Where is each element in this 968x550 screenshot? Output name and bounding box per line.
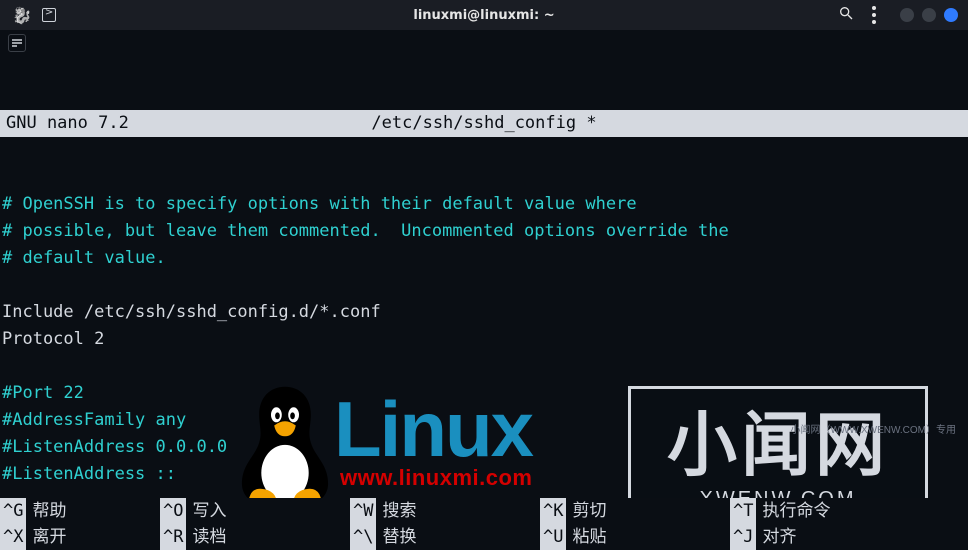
help-shortcut: ^U粘贴 xyxy=(540,524,730,550)
help-shortcut: ^O写入 xyxy=(160,498,350,524)
help-shortcut: ^J对齐 xyxy=(730,524,920,550)
file-line: Include /etc/ssh/sshd_config.d/*.conf xyxy=(2,299,966,326)
close-button[interactable] xyxy=(944,8,958,22)
help-key: ^K xyxy=(540,498,566,524)
help-key: ^R xyxy=(160,524,186,550)
help-row-1: ^G帮助^O写入^W搜索^K剪切^T执行命令 xyxy=(0,498,968,524)
search-icon[interactable] xyxy=(838,5,854,25)
editor-area[interactable]: GNU nano 7.2 /etc/ssh/sshd_config * # Op… xyxy=(0,56,968,498)
file-line: #ListenAddress :: xyxy=(2,461,966,488)
os-top-bar: 🐉 linuxmi@linuxmi: ~ xyxy=(0,0,968,30)
new-tab-button[interactable] xyxy=(8,34,26,52)
help-shortcut: ^G帮助 xyxy=(0,498,160,524)
help-label: 写入 xyxy=(192,498,226,524)
help-key: ^\ xyxy=(350,524,376,550)
help-shortcut: ^K剪切 xyxy=(540,498,730,524)
nano-app-name: GNU nano 7.2 xyxy=(6,110,129,137)
help-label: 读档 xyxy=(192,524,226,550)
file-line xyxy=(2,488,966,498)
nano-filename: /etc/ssh/sshd_config * xyxy=(371,110,596,137)
help-label: 执行命令 xyxy=(762,498,830,524)
help-shortcut: ^\替换 xyxy=(350,524,540,550)
help-key: ^T xyxy=(730,498,756,524)
help-label: 离开 xyxy=(32,524,66,550)
help-shortcut: ^T执行命令 xyxy=(730,498,920,524)
help-key: ^X xyxy=(0,524,26,550)
help-key: ^O xyxy=(160,498,186,524)
help-label: 剪切 xyxy=(572,498,606,524)
window-controls xyxy=(900,8,958,22)
help-row-2: ^X离开^R读档^\替换^U粘贴^J对齐 xyxy=(0,524,968,550)
help-shortcut: ^X离开 xyxy=(0,524,160,550)
file-line: #Port 22 xyxy=(2,380,966,407)
help-key: ^J xyxy=(730,524,756,550)
help-label: 替换 xyxy=(382,524,416,550)
help-label: 帮助 xyxy=(32,498,66,524)
maximize-button[interactable] xyxy=(922,8,936,22)
help-key: ^G xyxy=(0,498,26,524)
help-shortcut: ^W搜索 xyxy=(350,498,540,524)
tab-bar xyxy=(0,30,968,56)
help-key: ^W xyxy=(350,498,376,524)
distro-logo-icon: 🐉 xyxy=(12,6,32,25)
file-line: # OpenSSH is to specify options with the… xyxy=(2,191,966,218)
file-line: # possible, but leave them commented. Un… xyxy=(2,218,966,245)
help-shortcut: ^R读档 xyxy=(160,524,350,550)
file-line: Protocol 2 xyxy=(2,326,966,353)
terminal-window: 🐉 linuxmi@linuxmi: ~ GNU nano 7.2 /etc/s… xyxy=(0,0,968,550)
file-line xyxy=(2,353,966,380)
minimize-button[interactable] xyxy=(900,8,914,22)
window-title: linuxmi@linuxmi: ~ xyxy=(413,8,554,23)
file-line: # default value. xyxy=(2,245,966,272)
nano-status-line: GNU nano 7.2 /etc/ssh/sshd_config * xyxy=(0,110,968,137)
tiny-watermark: 小闻网（WWW.XWENW.COM）专用 xyxy=(790,417,956,444)
help-label: 搜索 xyxy=(382,498,416,524)
terminal-app-icon[interactable] xyxy=(42,8,56,22)
help-key: ^U xyxy=(540,524,566,550)
file-content[interactable]: # OpenSSH is to specify options with the… xyxy=(0,191,968,498)
file-line xyxy=(2,272,966,299)
menu-kebab-icon[interactable] xyxy=(872,6,876,24)
help-label: 粘贴 xyxy=(572,524,606,550)
nano-help: ^G帮助^O写入^W搜索^K剪切^T执行命令 ^X离开^R读档^\替换^U粘贴^… xyxy=(0,498,968,550)
help-label: 对齐 xyxy=(762,524,796,550)
